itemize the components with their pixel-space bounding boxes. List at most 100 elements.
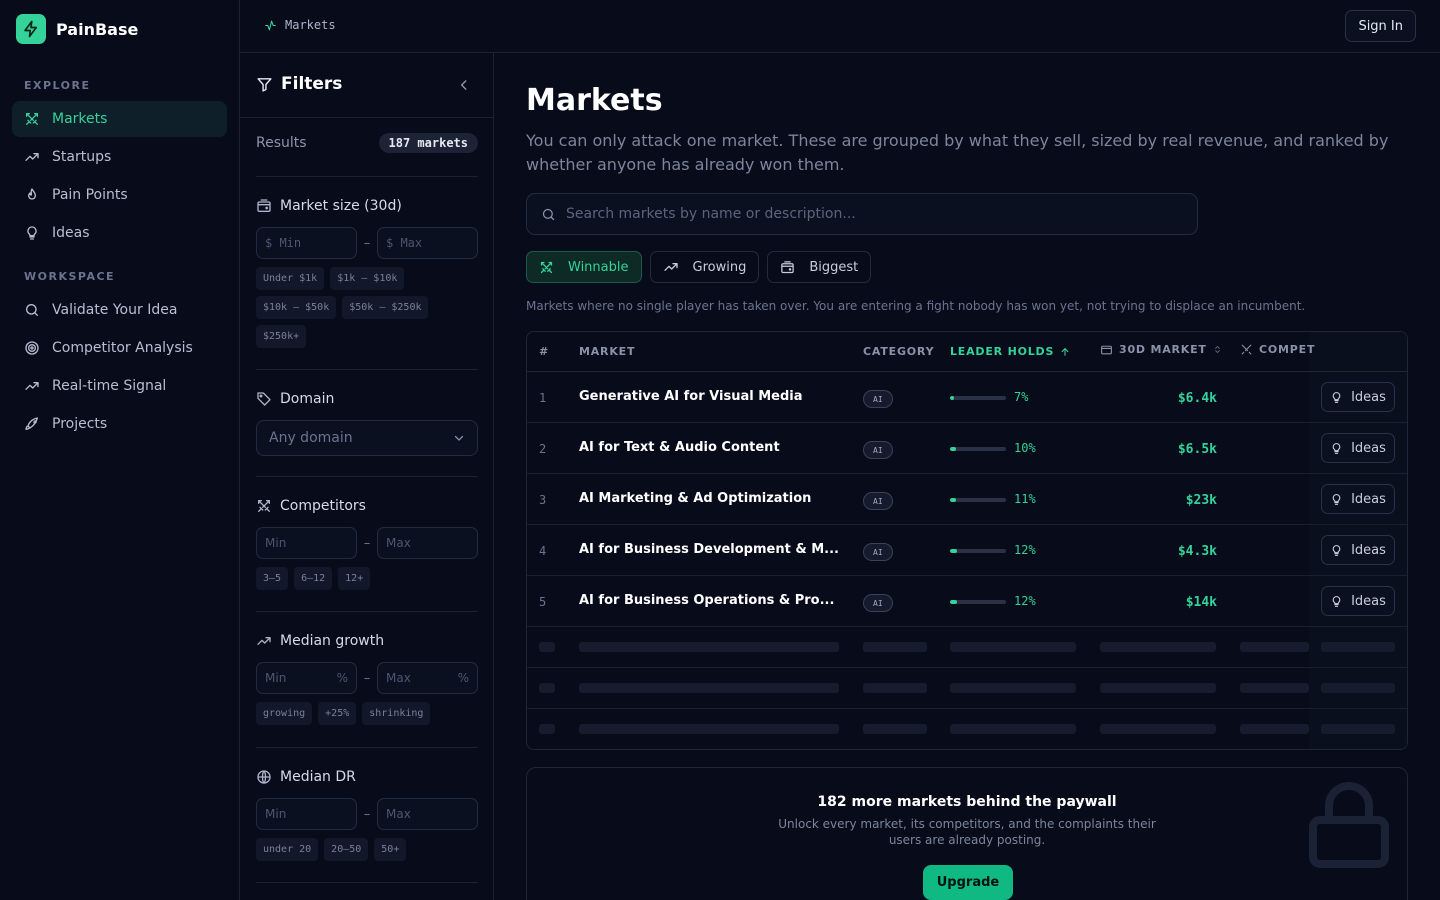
median-dr-max-input[interactable]: Max [377,798,478,830]
breadcrumb: Markets [264,18,336,32]
median-dr-range: Min – Max [256,798,478,830]
ideas-button[interactable]: Ideas [1321,433,1395,463]
market-size-min-input[interactable]: $ Min [256,227,357,259]
header-competitors[interactable]: COMPET [1240,343,1315,356]
search-input[interactable]: Search markets by name or description... [526,193,1198,235]
max-placeholder: Max [386,671,411,685]
chip-3-5[interactable]: 3–5 [256,567,289,590]
filters-title: Filters [256,74,342,94]
market-name[interactable]: AI for Business Operations & Pro... [579,593,841,608]
chip-growing[interactable]: growing [256,702,313,725]
sign-in-button[interactable]: Sign In [1345,10,1416,42]
ideas-button[interactable]: Ideas [1321,382,1395,412]
min-placeholder: Min [265,536,287,550]
results-label: Results [256,135,307,151]
row-number: 5 [539,595,547,609]
upgrade-button[interactable]: Upgrade [923,865,1013,900]
divider [256,176,478,177]
market-name[interactable]: AI Marketing & Ad Optimization [579,491,841,506]
market-name[interactable]: Generative AI for Visual Media [579,389,841,404]
header-category[interactable]: CATEGORY [863,345,934,358]
arrow-up-icon [1061,347,1069,356]
ideas-label: Ideas [1351,440,1386,456]
header-30d-market[interactable]: 30D MARKET [1100,343,1222,356]
header-market[interactable]: MARKET [579,345,635,358]
lightbulb-icon [1332,493,1341,505]
ideas-button[interactable]: Ideas [1321,484,1395,514]
market-name[interactable]: AI for Business Development & M... [579,542,841,557]
sidebar-item-label: Projects [52,416,108,432]
chip-under-1k[interactable]: Under $1k [256,267,325,290]
row-number: 2 [539,442,547,456]
swords-icon [540,261,553,273]
trending-up-icon [663,263,678,271]
tab-growing[interactable]: Growing [649,251,760,283]
market-size-max-input[interactable]: $ Max [377,227,478,259]
median-dr-min-input[interactable]: Min [256,798,357,830]
percent-unit: % [457,671,469,685]
table-row[interactable]: 3 AI Marketing & Ad Optimization AI 11% … [527,474,1407,525]
sidebar-item-label: Ideas [52,225,90,241]
chip-12-plus[interactable]: 12+ [338,567,371,590]
median-growth-range: Min% – Max% [256,662,478,694]
market-name[interactable]: AI for Text & Audio Content [579,440,841,455]
flame-icon [27,188,36,200]
sidebar-item-pain-points[interactable]: Pain Points [12,177,227,213]
table-row[interactable]: 2 AI for Text & Audio Content AI 10% $6.… [527,423,1407,474]
sidebar-item-validate-idea[interactable]: Validate Your Idea [12,292,227,328]
chip-shrinking[interactable]: shrinking [362,702,431,725]
chip-250k-plus[interactable]: $250k+ [256,325,307,348]
sort-icon [1214,345,1220,354]
chip-under-20[interactable]: under 20 [256,838,319,861]
percent-unit: % [336,671,348,685]
row-number: 1 [539,391,547,405]
ideas-button[interactable]: Ideas [1321,586,1395,616]
leader-share-value: 10% [1014,441,1036,455]
market-revenue: $6.5k [1177,442,1217,457]
tab-biggest[interactable]: Biggest [767,251,872,283]
tab-winnable[interactable]: Winnable [526,251,642,283]
search-icon [26,304,38,316]
range-separator: – [363,235,371,251]
sidebar-item-startups[interactable]: Startups [12,139,227,175]
table-row[interactable]: 5 AI for Business Operations & Pro... AI… [527,576,1407,627]
header-leader-holds[interactable]: LEADER HOLDS [950,345,1070,358]
chip-6-12[interactable]: 6–12 [294,567,333,590]
skeleton-bar [579,642,839,652]
ideas-button[interactable]: Ideas [1321,535,1395,565]
median-growth-max-input[interactable]: Max% [377,662,478,694]
median-growth-label: Median growth [256,633,384,649]
chip-50k-250k[interactable]: $50k – $250k [342,296,429,319]
median-growth-min-input[interactable]: Min% [256,662,357,694]
domain-label: Domain [256,391,334,407]
competitors-max-input[interactable]: Max [377,527,478,559]
sidebar-item-competitor-analysis[interactable]: Competitor Analysis [12,330,227,366]
main-content: Markets You can only attack one market. … [494,53,1440,900]
results-count-badge: 187 markets [378,133,478,153]
chip-1k-10k[interactable]: $1k – $10k [330,267,405,290]
brand[interactable]: PainBase [16,14,138,44]
competitors-label: Competitors [256,498,366,514]
sidebar-item-markets[interactable]: Markets [12,101,227,137]
filters-header: Filters [240,53,493,118]
sidebar-item-ideas[interactable]: Ideas [12,215,227,251]
table-row[interactable]: 4 AI for Business Development & M... AI … [527,525,1407,576]
chip-10k-50k[interactable]: $10k – $50k [256,296,337,319]
min-placeholder: Min [265,671,287,685]
chip-50-plus[interactable]: 50+ [374,838,407,861]
collapse-filters-button[interactable] [457,77,471,96]
sidebar-item-realtime-signal[interactable]: Real-time Signal [12,368,227,404]
leader-share-bar [950,396,1006,400]
chip-plus-25[interactable]: +25% [318,702,357,725]
swords-icon [26,113,38,125]
table-row[interactable]: 1 Generative AI for Visual Media AI 7% $… [527,372,1407,423]
sidebar-item-projects[interactable]: Projects [12,406,227,442]
domain-select[interactable]: Any domain [256,420,478,456]
wallet-icon [781,260,795,273]
paywall-title: 182 more markets behind the paywall [817,794,1117,810]
max-placeholder: Max [386,536,411,550]
chevron-down-icon [454,435,464,441]
competitors-min-input[interactable]: Min [256,527,357,559]
chip-20-50[interactable]: 20–50 [324,838,369,861]
category-badge: AI [863,390,893,408]
